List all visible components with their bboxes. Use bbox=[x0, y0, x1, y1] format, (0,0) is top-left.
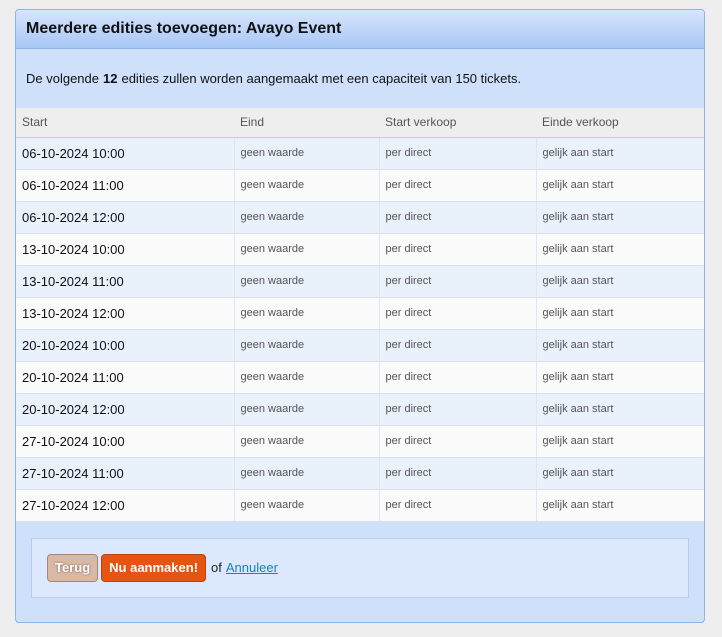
intro-text: De volgende 12 edities zullen worden aan… bbox=[16, 49, 704, 108]
cell-start: 13-10-2024 10:00 bbox=[16, 233, 234, 266]
column-header-sale-start: Start verkoop bbox=[379, 108, 536, 138]
cell-end: geen waarde bbox=[233, 329, 379, 362]
cell-start: 13-10-2024 12:00 bbox=[16, 297, 234, 330]
cell-sale-end: gelijk aan start bbox=[535, 489, 704, 522]
cell-sale-end: gelijk aan start bbox=[535, 169, 704, 202]
table-header-row: Start Eind Start verkoop Einde verkoop bbox=[16, 108, 704, 138]
table-row: 20-10-2024 12:00 geen waarde per direct gel… bbox=[16, 393, 704, 426]
column-header-start: Start bbox=[16, 108, 234, 138]
cell-sale-end: gelijk aan start bbox=[535, 393, 704, 426]
cell-end: geen waarde bbox=[233, 457, 379, 490]
cell-start: 20-10-2024 12:00 bbox=[16, 393, 234, 426]
table-row: 13-10-2024 10:00 geen waarde per direct gel… bbox=[16, 233, 704, 266]
cell-start: 06-10-2024 12:00 bbox=[16, 201, 234, 234]
cell-sale-start: per direct bbox=[378, 489, 536, 522]
column-header-sale-end: Einde verkoop bbox=[536, 108, 704, 138]
cell-sale-end: gelijk aan start bbox=[535, 297, 704, 330]
intro-suffix: edities zullen worden aangemaakt met een… bbox=[121, 71, 522, 86]
cell-end: geen waarde bbox=[233, 201, 379, 234]
table-row: 13-10-2024 11:00 geen waarde per direct gel… bbox=[16, 265, 704, 298]
cell-sale-start: per direct bbox=[378, 169, 536, 202]
cell-end: geen waarde bbox=[233, 393, 379, 426]
table-row: 27-10-2024 11:00 geen waarde per direct gel… bbox=[16, 457, 704, 490]
cell-start: 20-10-2024 11:00 bbox=[16, 361, 234, 394]
cell-sale-start: per direct bbox=[378, 425, 536, 458]
column-header-end: Eind bbox=[234, 108, 379, 138]
table-row: 27-10-2024 10:00 geen waarde per direct gel… bbox=[16, 425, 704, 458]
cell-end: geen waarde bbox=[233, 297, 379, 330]
table-body: 06-10-2024 10:00 geen waarde per direct gel… bbox=[16, 137, 704, 522]
cell-start: 27-10-2024 11:00 bbox=[16, 457, 234, 490]
cell-sale-end: gelijk aan start bbox=[535, 265, 704, 298]
edition-count: 12 bbox=[103, 71, 118, 86]
create-now-button[interactable]: Nu aanmaken! bbox=[101, 553, 207, 582]
cell-end: geen waarde bbox=[233, 489, 379, 522]
cell-sale-end: gelijk aan start bbox=[535, 425, 704, 458]
cell-sale-start: per direct bbox=[378, 201, 536, 234]
add-editions-panel: Meerdere edities toevoegen: Avayo Event … bbox=[15, 9, 705, 623]
cell-start: 27-10-2024 12:00 bbox=[16, 489, 234, 522]
cell-sale-end: gelijk aan start bbox=[535, 457, 704, 490]
action-box: Terug Nu aanmaken! of Annuleer bbox=[31, 537, 689, 598]
cell-end: geen waarde bbox=[233, 265, 379, 298]
cell-sale-start: per direct bbox=[378, 297, 536, 330]
cell-end: geen waarde bbox=[233, 361, 379, 394]
cell-start: 06-10-2024 11:00 bbox=[16, 169, 234, 202]
cell-sale-start: per direct bbox=[378, 329, 536, 362]
cancel-link[interactable]: Annuleer bbox=[226, 560, 278, 575]
cell-end: geen waarde bbox=[233, 233, 379, 266]
table-row: 06-10-2024 11:00 geen waarde per direct gel… bbox=[16, 169, 704, 202]
table-row: 06-10-2024 12:00 geen waarde per direct gel… bbox=[16, 201, 704, 234]
table-row: 13-10-2024 12:00 geen waarde per direct gel… bbox=[16, 297, 704, 330]
editions-table: Start Eind Start verkoop Einde verkoop 0… bbox=[16, 108, 704, 522]
cell-sale-end: gelijk aan start bbox=[535, 201, 704, 234]
cell-sale-end: gelijk aan start bbox=[535, 329, 704, 362]
cell-sale-end: gelijk aan start bbox=[535, 233, 704, 266]
cell-start: 13-10-2024 11:00 bbox=[16, 265, 234, 298]
cell-sale-start: per direct bbox=[378, 233, 536, 266]
cell-end: geen waarde bbox=[233, 169, 379, 202]
table-row: 20-10-2024 11:00 geen waarde per direct gel… bbox=[16, 361, 704, 394]
cell-sale-start: per direct bbox=[378, 393, 536, 426]
table-row: 06-10-2024 10:00 geen waarde per direct gel… bbox=[16, 137, 704, 170]
panel-header: Meerdere edities toevoegen: Avayo Event bbox=[16, 10, 704, 49]
cell-start: 20-10-2024 10:00 bbox=[16, 329, 234, 362]
cell-start: 27-10-2024 10:00 bbox=[16, 425, 234, 458]
cell-sale-start: per direct bbox=[378, 361, 536, 394]
cell-sale-start: per direct bbox=[378, 137, 536, 170]
page-title: Meerdere edities toevoegen: Avayo Event bbox=[26, 20, 342, 37]
cell-end: geen waarde bbox=[233, 137, 379, 170]
or-separator: of bbox=[211, 560, 222, 575]
cell-sale-end: gelijk aan start bbox=[535, 137, 704, 170]
table-row: 27-10-2024 12:00 geen waarde per direct gel… bbox=[16, 489, 704, 522]
table-row: 20-10-2024 10:00 geen waarde per direct gel… bbox=[16, 329, 704, 362]
footer-area: Terug Nu aanmaken! of Annuleer bbox=[16, 522, 704, 598]
cell-sale-start: per direct bbox=[378, 457, 536, 490]
cell-start: 06-10-2024 10:00 bbox=[16, 137, 234, 170]
cell-sale-start: per direct bbox=[378, 265, 536, 298]
back-button[interactable]: Terug bbox=[47, 553, 99, 582]
intro-prefix: De volgende bbox=[26, 71, 99, 86]
cell-end: geen waarde bbox=[233, 425, 379, 458]
cell-sale-end: gelijk aan start bbox=[535, 361, 704, 394]
